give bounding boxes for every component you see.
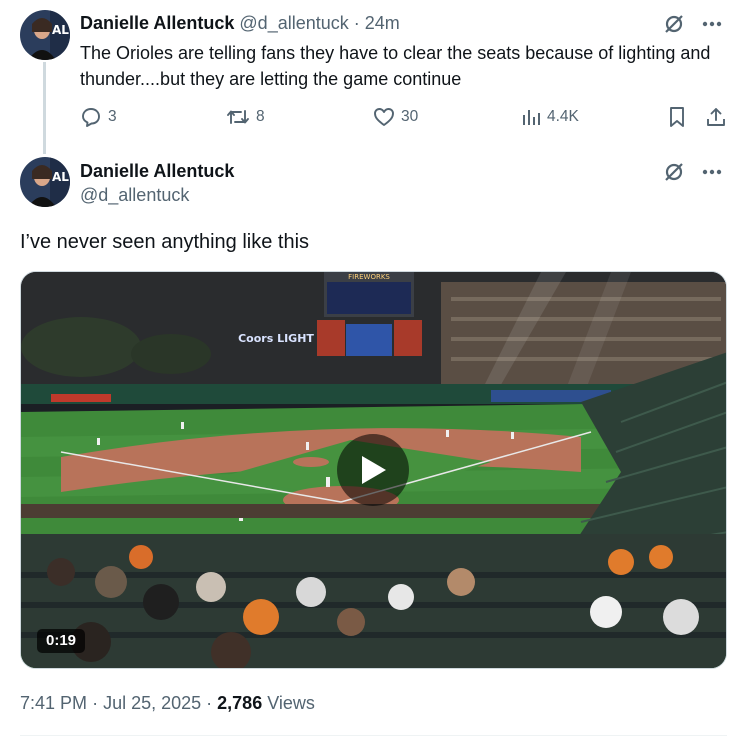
separator-dot: · <box>353 13 360 33</box>
reply-button[interactable]: 3 <box>80 104 117 130</box>
views-count: 4.4K <box>547 108 579 125</box>
avatar-image: AL <box>20 10 70 60</box>
divider <box>20 735 727 736</box>
video-player[interactable]: FIREWORKS Coors LIGHT 0:19 <box>20 271 727 669</box>
tweet-action-bar: 3 8 30 4.4K <box>80 104 728 130</box>
bookmark-icon <box>670 107 684 127</box>
author-avatar[interactable]: AL <box>20 157 70 207</box>
svg-text:AL: AL <box>52 170 69 184</box>
thread-connector-line <box>43 62 46 154</box>
views-label: Views <box>267 693 315 713</box>
bar-chart-icon <box>523 110 540 125</box>
post-time[interactable]: 7:41 PM <box>20 693 87 713</box>
tweet-text: The Orioles are telling fans they have t… <box>80 43 711 89</box>
repost-button[interactable]: 8 <box>226 104 265 130</box>
author-handle[interactable]: @d_allentuck <box>80 184 189 206</box>
author-name[interactable]: Danielle Allentuck <box>80 13 234 33</box>
tweet-top-actions <box>661 160 725 184</box>
video-duration-badge: 0:19 <box>37 629 86 653</box>
tweet-text: I’ve never seen anything like this <box>20 231 310 253</box>
more-dots-icon[interactable] <box>699 12 725 36</box>
like-count: 30 <box>401 108 419 125</box>
heart-icon <box>374 108 394 126</box>
repost-count: 8 <box>256 108 265 125</box>
thread-tweet[interactable]: AL Danielle Allentuck @d_allentuck · 24m… <box>0 0 743 154</box>
author-handle[interactable]: @d_allentuck <box>239 13 348 33</box>
like-button[interactable]: 30 <box>373 104 418 130</box>
author-avatar[interactable]: AL <box>20 10 70 60</box>
bookmark-button[interactable] <box>668 104 686 130</box>
views-number: 2,786 <box>217 693 263 713</box>
reply-bubble-icon <box>82 108 100 127</box>
views-button[interactable]: 4.4K <box>521 104 579 130</box>
tweet-top-actions <box>661 12 725 36</box>
play-icon <box>362 456 386 484</box>
repost-arrows-icon <box>227 110 249 124</box>
reply-count: 3 <box>108 108 117 125</box>
share-button[interactable] <box>705 104 727 130</box>
play-button[interactable] <box>337 434 409 506</box>
author-name[interactable]: Danielle Allentuck <box>80 160 234 182</box>
tweet-header: Danielle Allentuck @d_allentuck · 24m <box>80 12 400 34</box>
time-ago[interactable]: 24m <box>365 13 400 33</box>
tweet-metadata: 7:41 PM · Jul 25, 2025 · 2,786 Views <box>20 693 315 713</box>
share-upload-icon <box>707 108 725 126</box>
scoreboard-sign: FIREWORKS <box>348 273 390 281</box>
avatar-image: AL <box>20 157 70 207</box>
grok-slash-icon[interactable] <box>661 12 687 36</box>
svg-text:AL: AL <box>52 23 69 37</box>
coors-light-sign: Coors LIGHT <box>238 332 314 345</box>
post-date[interactable]: Jul 25, 2025 <box>103 693 201 713</box>
more-dots-icon[interactable] <box>699 160 725 184</box>
grok-slash-icon[interactable] <box>661 160 687 184</box>
